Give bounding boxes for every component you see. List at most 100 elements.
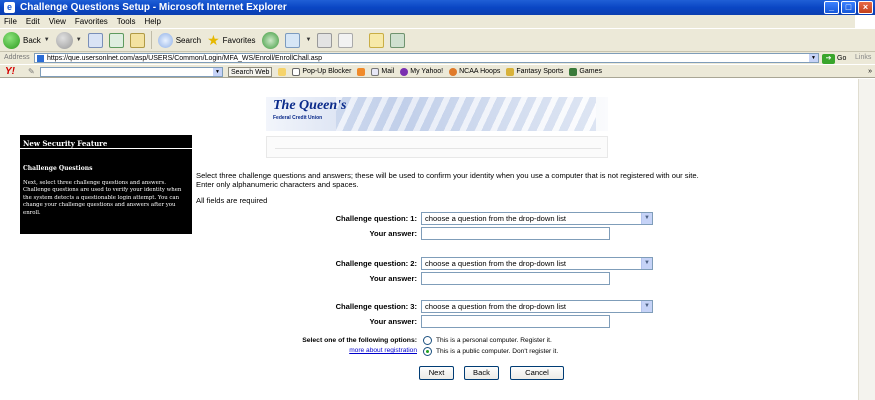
menu-view[interactable]: View	[49, 15, 66, 28]
fantasy-sports-button[interactable]: Fantasy Sports	[506, 67, 564, 76]
chevron-down-icon: ▼	[43, 37, 50, 43]
basketball-icon	[449, 67, 458, 76]
panel-divider	[20, 148, 192, 149]
question-2-value: choose a question from the drop-down lis…	[425, 259, 566, 268]
yahoo-logo[interactable]: Y!	[5, 65, 15, 78]
games-icon	[569, 67, 578, 76]
option-public[interactable]: This is a public computer. Don't registe…	[423, 347, 558, 356]
banner-graphic	[336, 97, 596, 131]
search-button[interactable]: Search	[157, 32, 202, 48]
address-input[interactable]: https://que.usersonlnet.com/asp/USERS/Co…	[34, 53, 819, 63]
options-label: Select one of the following options:	[302, 337, 417, 344]
refresh-icon[interactable]	[108, 32, 124, 48]
trophy-icon	[506, 67, 515, 76]
chevron-down-icon[interactable]: ▼	[809, 54, 818, 62]
yahoo-items: Search Web Pop-Up Blocker Mail My Yahoo!…	[228, 65, 602, 78]
history-icon[interactable]	[284, 32, 300, 48]
back-arrow-icon	[3, 31, 20, 49]
ncaa-hoops-button[interactable]: NCAA Hoops	[449, 67, 501, 76]
search-icon	[157, 32, 173, 48]
popup-blocker-button[interactable]: Pop-Up Blocker	[292, 67, 352, 76]
chevron-down-icon[interactable]: ▼	[641, 258, 652, 269]
logo-subtitle: Federal Credit Union	[273, 115, 323, 121]
public-label: This is a public computer. Don't registe…	[436, 348, 559, 355]
question-1-select[interactable]: choose a question from the drop-down lis…	[421, 212, 653, 225]
back-button[interactable]: Back ▼	[3, 31, 50, 49]
question-2-label: Challenge question: 2:	[335, 259, 417, 268]
games-label: Games	[579, 68, 602, 75]
panel-header: New Security Feature	[23, 139, 108, 148]
page-content: The Queen's Federal Credit Union New Sec…	[0, 79, 875, 400]
search-label: Search	[175, 35, 202, 45]
answer-3-input[interactable]	[421, 315, 610, 328]
blocker-icon	[292, 67, 301, 76]
popup-blocker-label: Pop-Up Blocker	[302, 68, 352, 75]
question-2-select[interactable]: choose a question from the drop-down lis…	[421, 257, 653, 270]
menu-edit[interactable]: Edit	[26, 15, 40, 28]
cancel-button[interactable]: Cancel	[510, 366, 564, 380]
folder-icon[interactable]	[369, 32, 385, 48]
logo-name: The Queen's	[273, 98, 347, 113]
browser-window: e Challenge Questions Setup - Microsoft …	[0, 0, 875, 400]
minimize-button[interactable]: _	[824, 1, 839, 14]
answer-2-input[interactable]	[421, 272, 610, 285]
more-about-registration-link[interactable]: more about registration	[349, 347, 417, 354]
media-icon[interactable]	[261, 31, 279, 49]
window-title: Challenge Questions Setup - Microsoft In…	[20, 2, 287, 13]
answer-1-input[interactable]	[421, 227, 610, 240]
pencil-icon[interactable]: ✎	[28, 67, 35, 76]
mail-icon[interactable]	[317, 32, 333, 48]
fantasy-label: Fantasy Sports	[516, 68, 564, 75]
highlight-icon[interactable]	[278, 67, 287, 76]
games-button[interactable]: Games	[569, 67, 602, 76]
chevron-down-icon: ▼	[305, 37, 312, 43]
maximize-button[interactable]: □	[841, 1, 856, 14]
panel-title: Challenge Questions	[23, 165, 93, 172]
favorites-button[interactable]: ★ Favorites	[207, 33, 255, 47]
forward-button[interactable]: ▼	[55, 31, 82, 49]
my-yahoo-button[interactable]: My Yahoo!	[400, 67, 444, 76]
required-note: All fields are required	[196, 196, 268, 205]
vertical-scrollbar[interactable]	[858, 79, 875, 400]
more-chevron-icon[interactable]: »	[868, 65, 872, 78]
menu-tools[interactable]: Tools	[117, 15, 136, 28]
ncaa-label: NCAA Hoops	[459, 68, 501, 75]
instructions-text: Select three challenge questions and ans…	[196, 171, 699, 189]
home-icon[interactable]	[129, 32, 145, 48]
personal-label: This is a personal computer. Register it…	[436, 337, 552, 344]
personal-radio[interactable]	[423, 336, 432, 345]
question-1-label: Challenge question: 1:	[335, 214, 417, 223]
answer-1-label: Your answer:	[369, 229, 417, 238]
highlight-button[interactable]	[357, 67, 366, 76]
forward-arrow-icon	[55, 31, 73, 49]
chevron-down-icon[interactable]: ▼	[641, 213, 652, 224]
stop-icon[interactable]	[87, 32, 103, 48]
option-personal[interactable]: This is a personal computer. Register it…	[423, 336, 552, 345]
menu-favorites[interactable]: Favorites	[75, 15, 108, 28]
menu-help[interactable]: Help	[144, 15, 160, 28]
my-yahoo-label: My Yahoo!	[410, 68, 444, 75]
favorites-label: Favorites	[222, 35, 256, 45]
close-button[interactable]: ×	[858, 1, 873, 14]
chevron-down-icon[interactable]: ▼	[641, 301, 652, 312]
next-button[interactable]: Next	[419, 366, 454, 380]
security-feature-panel: New Security Feature Challenge Questions…	[20, 135, 192, 234]
public-radio[interactable]	[423, 347, 432, 356]
back-button[interactable]: Back	[464, 366, 499, 380]
messenger-icon[interactable]	[390, 32, 406, 48]
chevron-down-icon[interactable]: ▼	[213, 68, 222, 76]
mail-label: Mail	[381, 68, 395, 75]
mail-button[interactable]: Mail	[371, 67, 395, 76]
address-label: Address	[4, 54, 30, 61]
print-icon[interactable]	[338, 32, 354, 48]
menu-file[interactable]: File	[4, 15, 17, 28]
back-label: Back	[23, 35, 41, 45]
credit-union-banner: The Queen's Federal Credit Union	[266, 97, 608, 131]
answer-3-label: Your answer:	[369, 317, 417, 326]
yahoo-search-input[interactable]: ▼	[40, 67, 223, 77]
question-3-select[interactable]: choose a question from the drop-down lis…	[421, 300, 653, 313]
links-button[interactable]: Links	[855, 52, 871, 64]
window-controls: _ □ ×	[824, 1, 873, 14]
search-web-button[interactable]: Search Web	[228, 66, 273, 77]
ie-icon: e	[4, 2, 15, 13]
